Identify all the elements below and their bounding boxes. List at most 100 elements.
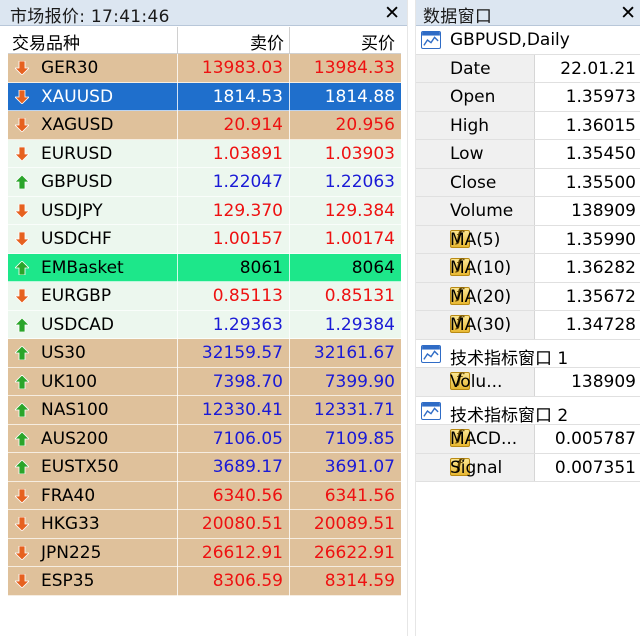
symbol-row[interactable]: USDCAD 1.29363 1.29384 (8, 310, 401, 339)
arrow-down-icon (15, 118, 29, 132)
column-header-symbol[interactable]: 交易品种 (12, 29, 80, 54)
bid-price: 1.22047 (212, 172, 283, 192)
data-label-cell: MACD... (416, 425, 534, 453)
symbol-name: NAS100 (41, 400, 109, 420)
bid-price: 20.914 (223, 115, 283, 135)
symbol-row[interactable]: GER30 13983.03 13984.33 (8, 54, 401, 83)
symbol-row[interactable]: JPN225 26612.91 26622.91 (8, 538, 401, 567)
data-row[interactable]: Open 1.35973 (416, 83, 640, 112)
data-group-header[interactable]: 技术指标窗口 1 (416, 339, 640, 369)
data-row[interactable]: MA(5) 1.35990 (416, 225, 640, 254)
symbol-name: EUSTX50 (41, 457, 119, 477)
data-row[interactable]: MACD... 0.005787 (416, 425, 640, 454)
ask-price: 20.956 (335, 115, 395, 135)
data-window-title: 数据窗口 (423, 7, 493, 27)
ask-price: 26622.91 (313, 542, 395, 563)
ask-price: 7399.90 (324, 371, 395, 392)
symbol-row[interactable]: ESP35 8306.59 8314.59 (8, 567, 401, 596)
data-label-cell: Close (416, 168, 534, 196)
data-row[interactable]: Low 1.35450 (416, 140, 640, 169)
ask-price: 8314.59 (324, 571, 395, 591)
market-watch-title: 市场报价: 17:41:46 (10, 7, 170, 27)
data-group-header[interactable]: GBPUSD,Daily (416, 26, 640, 55)
symbol-row[interactable]: EUSTX50 3689.17 3691.07 (8, 453, 401, 482)
row-divider (8, 594, 401, 596)
data-group-title: GBPUSD,Daily (450, 30, 570, 50)
ask-price: 3691.07 (324, 457, 395, 477)
symbol-row[interactable]: FRA40 6340.56 6341.56 (8, 481, 401, 510)
data-label: MA(5) (450, 229, 501, 250)
data-row[interactable]: MA(20) 1.35672 (416, 282, 640, 311)
data-row[interactable]: Volu... 138909 (416, 368, 640, 397)
data-label: Low (450, 144, 484, 164)
data-label: MACD... (450, 429, 518, 449)
symbol-row[interactable]: EURUSD 1.03891 1.03903 (8, 139, 401, 168)
data-value: 1.34728 (565, 315, 636, 335)
symbol-row[interactable]: EURGBP 0.85113 0.85131 (8, 282, 401, 311)
market-watch-titlebar: 市场报价: 17:41:46 ✕ (0, 0, 407, 27)
chart-window-icon (421, 344, 441, 363)
ask-price: 1.03903 (324, 143, 395, 164)
symbol-row[interactable]: EMBasket 8061 8064 (8, 253, 401, 282)
data-row[interactable]: Signal 0.007351 (416, 453, 640, 482)
data-label: MA(30) (450, 315, 512, 335)
panel-left-margin (0, 26, 8, 636)
symbol-row[interactable]: USDCHF 1.00157 1.00174 (8, 225, 401, 254)
data-group-header[interactable]: 技术指标窗口 2 (416, 396, 640, 426)
data-value: 1.35973 (565, 87, 636, 107)
data-row[interactable]: Close 1.35500 (416, 168, 640, 197)
data-label: High (450, 115, 490, 136)
data-value: 0.005787 (554, 429, 636, 449)
arrow-up-icon (15, 403, 29, 417)
data-label: MA(20) (450, 286, 512, 307)
market-watch-header: 交易品种 卖价 买价 (8, 27, 401, 54)
data-value: 138909 (571, 201, 636, 221)
symbol-row[interactable]: USDJPY 129.370 129.384 (8, 196, 401, 225)
symbol-row[interactable]: UK100 7398.70 7399.90 (8, 367, 401, 396)
column-header-bid[interactable]: 卖价 (177, 29, 290, 54)
symbol-row[interactable]: US30 32159.57 32161.67 (8, 339, 401, 368)
arrow-up-icon (15, 460, 29, 474)
symbol-row[interactable]: XAUUSD 1814.53 1814.88 (8, 82, 401, 111)
symbol-row[interactable]: NAS100 12330.41 12331.71 (8, 396, 401, 425)
symbol-name: US30 (41, 343, 86, 363)
data-row[interactable]: MA(10) 1.36282 (416, 254, 640, 283)
ask-price: 1.22063 (324, 172, 395, 192)
symbol-row[interactable]: AUS200 7106.05 7109.85 (8, 424, 401, 453)
arrow-down-icon (15, 89, 29, 104)
data-row[interactable]: High 1.36015 (416, 111, 640, 140)
data-value: 1.36015 (565, 115, 636, 136)
bid-price: 7106.05 (212, 428, 283, 449)
symbol-name: AUS200 (41, 428, 109, 449)
symbol-name: FRA40 (41, 485, 96, 506)
symbol-row[interactable]: HKG33 20080.51 20089.51 (8, 510, 401, 539)
ask-price: 12331.71 (313, 400, 395, 420)
data-row[interactable]: Date 22.01.21 (416, 54, 640, 83)
ask-price: 6341.56 (324, 485, 395, 506)
bid-price: 1814.53 (212, 86, 283, 107)
arrow-up-icon (15, 175, 29, 189)
data-group-title: 技术指标窗口 2 (450, 405, 569, 426)
bid-price: 13983.03 (201, 58, 283, 78)
symbol-row[interactable]: XAGUSD 20.914 20.956 (8, 111, 401, 140)
close-icon[interactable]: ✕ (620, 0, 636, 26)
data-label: Volu... (450, 372, 503, 392)
data-value: 1.35500 (565, 172, 636, 193)
symbol-name: HKG33 (41, 514, 100, 534)
panel-splitter[interactable] (407, 0, 416, 636)
data-row[interactable]: Volume 138909 (416, 197, 640, 226)
symbol-name: EMBasket (41, 257, 124, 278)
ask-price: 32161.67 (313, 343, 395, 363)
arrow-down-icon (15, 203, 29, 218)
ask-price: 1814.88 (324, 86, 395, 107)
symbol-name: UK100 (41, 371, 98, 392)
arrow-up-icon (15, 431, 29, 446)
data-row[interactable]: MA(30) 1.34728 (416, 311, 640, 340)
close-icon[interactable]: ✕ (384, 0, 400, 26)
arrow-up-icon (15, 346, 29, 360)
data-label-cell: Signal (416, 453, 534, 481)
column-header-ask[interactable]: 买价 (289, 29, 401, 54)
ask-price: 1.00174 (324, 229, 395, 249)
symbol-row[interactable]: GBPUSD 1.22047 1.22063 (8, 168, 401, 197)
data-label: Signal (450, 457, 503, 478)
